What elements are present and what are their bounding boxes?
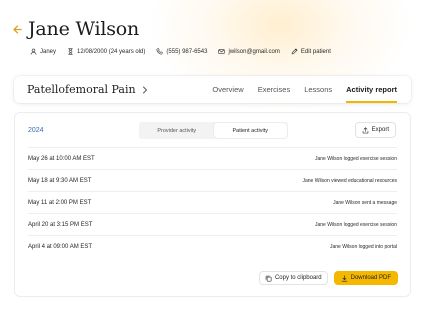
chevron-right-icon — [142, 86, 148, 94]
year-selector[interactable]: 2024 — [28, 127, 44, 134]
page-title: Jane Wilson — [28, 18, 140, 40]
export-button[interactable]: Export — [354, 122, 396, 138]
patient-phone: (555) 987-6543 — [156, 48, 207, 55]
upload-icon — [362, 126, 368, 133]
patient-dob: 12/08/2000 (24 years old) — [67, 48, 145, 55]
condition-selector[interactable]: Patellofemoral Pain — [27, 83, 148, 96]
username-text: Janey — [40, 48, 57, 55]
tab-exercises[interactable]: Exercises — [258, 76, 291, 103]
email-text: jwilson@gmail.com — [228, 48, 280, 55]
activity-date: April 20 at 3:15 PM EST — [28, 221, 93, 228]
activity-date: May 18 at 9:30 AM EST — [28, 177, 92, 184]
copy-to-clipboard-button[interactable]: Copy to clipboard — [258, 271, 328, 285]
phone-text: (555) 987-6543 — [166, 48, 208, 55]
pencil-icon — [291, 48, 298, 55]
copy-icon — [265, 275, 272, 281]
download-icon — [341, 274, 347, 281]
activity-toggle: Provider activity Patient activity — [139, 122, 288, 139]
download-pdf-button[interactable]: Download PDF — [333, 271, 398, 285]
activity-date: May 11 at 2:00 PM EST — [28, 199, 92, 206]
arrow-left-icon[interactable] — [12, 23, 24, 35]
activity-list: May 26 at 10:00 AM EST Jane Wilson logge… — [28, 147, 397, 257]
tab-lessons[interactable]: Lessons — [304, 76, 332, 103]
activity-description: Jane Wilson sent a message — [333, 199, 397, 206]
hourglass-icon — [68, 48, 73, 55]
condition-tabs: Overview Exercises Lessons Activity repo… — [198, 76, 397, 103]
segment-provider-activity[interactable]: Provider activity — [140, 123, 214, 138]
report-toolbar: 2024 Provider activity Patient activity … — [15, 113, 410, 147]
patient-username: Janey — [30, 48, 56, 55]
tab-overview[interactable]: Overview — [212, 76, 243, 103]
activity-description: Jane Wilson viewed educational resources — [302, 177, 398, 184]
phone-icon — [156, 48, 164, 55]
mail-icon — [218, 49, 226, 54]
patient-meta: Janey 12/08/2000 (24 years old) (555) 98… — [30, 48, 413, 55]
patient-email: jwilson@gmail.com — [218, 48, 280, 55]
activity-date: April 4 at 09:00 AM EST — [28, 243, 93, 250]
condition-title: Patellofemoral Pain — [27, 83, 136, 96]
title-row: Jane Wilson — [12, 18, 413, 40]
list-item: May 18 at 9:30 AM EST Jane Wilson viewed… — [28, 169, 397, 191]
user-icon — [30, 48, 37, 55]
export-label: Export — [371, 127, 389, 133]
activity-description: Jane Wilson logged into portal — [330, 243, 397, 250]
patient-header: Jane Wilson Janey 12/08/2000 (24 years o… — [12, 18, 413, 55]
list-item: May 26 at 10:00 AM EST Jane Wilson logge… — [28, 147, 397, 169]
copy-label: Copy to clipboard — [274, 275, 322, 281]
edit-patient-link[interactable]: Edit patient — [291, 48, 331, 55]
list-item: May 11 at 2:00 PM EST Jane Wilson sent a… — [28, 191, 397, 213]
activity-description: Jane Wilson logged exercise session — [315, 221, 397, 228]
activity-date: May 26 at 10:00 AM EST — [28, 155, 95, 162]
dob-text: 12/08/2000 (24 years old) — [77, 48, 146, 55]
tab-activity-report[interactable]: Activity report — [346, 76, 397, 103]
list-item: April 4 at 09:00 AM EST Jane Wilson logg… — [28, 235, 397, 257]
edit-patient-label: Edit patient — [300, 48, 331, 55]
segment-patient-activity[interactable]: Patient activity — [213, 123, 287, 138]
report-actions: Copy to clipboard Download PDF — [258, 271, 398, 285]
download-label: Download PDF — [350, 275, 391, 281]
activity-report-panel: 2024 Provider activity Patient activity … — [14, 112, 411, 297]
list-item: April 20 at 3:15 PM EST Jane Wilson logg… — [28, 213, 397, 235]
condition-navbar: Patellofemoral Pain Overview Exercises L… — [14, 76, 411, 103]
activity-description: Jane Wilson logged exercise session — [315, 155, 397, 162]
